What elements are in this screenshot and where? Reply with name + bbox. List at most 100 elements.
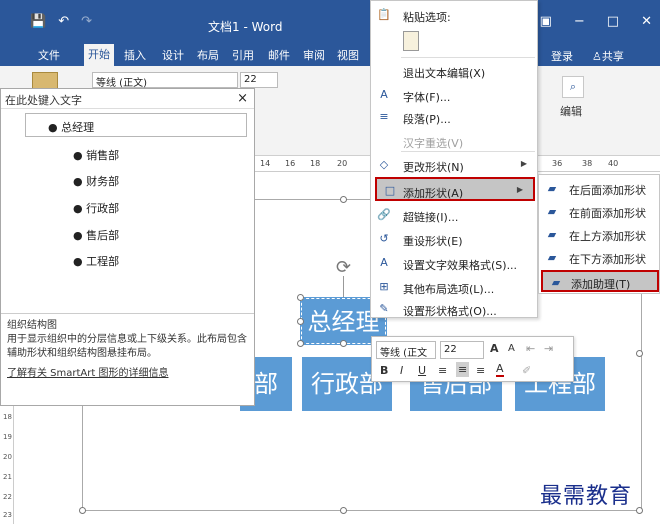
submenu-arrow-icon: ▶ (516, 185, 523, 194)
redo-icon[interactable]: ↷ (81, 14, 92, 29)
menu-label: 重设形状(E) (403, 235, 463, 248)
mini-font-size-box[interactable]: 22 (440, 341, 484, 359)
resize-handle[interactable] (636, 507, 643, 514)
menu-item-hanzi-reselect: 汉字重选(V) (371, 129, 537, 153)
resize-handle[interactable] (340, 507, 347, 514)
list-item[interactable]: ● 销售部 (73, 147, 119, 163)
minimize-button[interactable]: − (574, 14, 585, 29)
grow-font-button[interactable]: A (490, 342, 499, 355)
shape-handle[interactable] (297, 318, 304, 325)
menu-item-layout-options[interactable]: ⊞ 其他布局选项(L)... (371, 275, 537, 299)
hyperlink-icon: 🔗 (377, 208, 391, 221)
mini-font-name-box[interactable]: 等线 (正文 (376, 341, 436, 359)
list-item[interactable]: ● 总经理 (25, 113, 247, 137)
menu-item-exit-edit[interactable]: 退出文本编辑(X) (371, 59, 537, 83)
list-item-text: 工程部 (86, 255, 120, 268)
tab-view[interactable]: 视图 (337, 47, 359, 63)
shrink-font-button[interactable]: A (508, 343, 515, 354)
submenu-item-add-assistant[interactable]: ▰ 添加助理(T) (541, 270, 659, 292)
indent-decrease-icon[interactable]: ⇤ (526, 342, 535, 355)
tab-home[interactable]: 开始 (84, 44, 114, 66)
tab-references[interactable]: 引用 (232, 47, 254, 63)
tab-layout[interactable]: 布局 (197, 47, 219, 63)
submenu-item-add-after[interactable]: ▰ 在后面添加形状 (539, 178, 659, 200)
submenu-item-add-below[interactable]: ▰ 在下方添加形状 (539, 247, 659, 269)
info-title: 组织结构图 (7, 320, 57, 331)
menu-label: 在上方添加形状 (569, 230, 646, 243)
menu-item-paragraph[interactable]: ≡ 段落(P)... (371, 105, 537, 129)
tab-design[interactable]: 设计 (162, 47, 184, 63)
tab-review[interactable]: 审阅 (303, 47, 325, 63)
font-name-box[interactable]: 等线 (正文) (92, 72, 238, 89)
list-item[interactable]: ● 财务部 (73, 173, 119, 189)
align-left-icon[interactable]: ≡ (438, 364, 447, 377)
smartart-help-link[interactable]: 了解有关 SmartArt 图形的详细信息 (7, 367, 248, 381)
undo-icon[interactable]: ↶ (58, 14, 69, 29)
login-link[interactable]: 登录 (551, 48, 573, 64)
close-icon[interactable]: × (237, 91, 248, 106)
tab-mailings[interactable]: 邮件 (268, 47, 290, 63)
rotate-handle-icon[interactable]: ⟳ (336, 257, 351, 278)
save-icon[interactable]: 💾 (30, 14, 46, 29)
title-bar: 💾 ↶ ↷ 文档1 - Word ▣ − □ ✕ (0, 0, 660, 44)
shape-handle[interactable] (297, 294, 304, 301)
ruler-tick: 23 (3, 511, 12, 519)
ruler-tick: 20 (337, 159, 348, 168)
share-button[interactable]: ♙共享 (592, 48, 624, 64)
tab-insert[interactable]: 插入 (124, 47, 146, 63)
ruler-tick: 20 (3, 453, 12, 461)
add-after-icon: ▰ (547, 182, 557, 195)
menu-item-shape-format[interactable]: ✎ 设置形状格式(O)... (371, 297, 537, 321)
resize-handle[interactable] (636, 350, 643, 357)
list-item-text: 销售部 (86, 149, 120, 162)
info-body: 用于显示组织中的分层信息或上下级关系。此布局包含辅助形状和组织结构图悬挂布局。 (7, 334, 247, 359)
shape-handle[interactable] (297, 340, 304, 347)
submenu-item-add-before[interactable]: ▰ 在前面添加形状 (539, 201, 659, 223)
menu-item-reset-shape[interactable]: ↺ 重设形状(E) (371, 227, 537, 251)
maximize-button[interactable]: □ (607, 14, 619, 29)
ruler-tick: 18 (310, 159, 321, 168)
ruler-tick: 22 (3, 493, 12, 501)
menu-item-add-shape[interactable]: □ 添加形状(A) ▶ (375, 177, 535, 201)
resize-handle[interactable] (79, 507, 86, 514)
menu-label: 超链接(I)... (403, 211, 459, 224)
font-color-icon[interactable]: A (496, 363, 504, 377)
menu-label: 在后面添加形状 (569, 184, 646, 197)
align-center-icon[interactable]: ≡ (456, 362, 470, 377)
format-painter-icon[interactable]: ✐ (522, 364, 531, 377)
menu-item-font[interactable]: A 字体(F)... (371, 83, 537, 107)
list-item[interactable]: ● 行政部 (73, 200, 119, 216)
underline-button[interactable]: U (418, 364, 426, 377)
menu-item-hyperlink[interactable]: 🔗 超链接(I)... (371, 203, 537, 227)
indent-increase-icon[interactable]: ⇥ (544, 342, 553, 355)
menu-item-change-shape[interactable]: ◇ 更改形状(N) ▶ (371, 153, 537, 177)
shape-handle[interactable] (340, 340, 347, 347)
add-below-icon: ▰ (547, 251, 557, 264)
smartart-text-pane: 在此处键入文字 × ● 总经理 ● 销售部 ● 财务部 ● 行政部 ● 售后部 … (0, 88, 255, 406)
list-item[interactable]: ● 售后部 (73, 227, 119, 243)
ruler-tick: 40 (608, 159, 619, 168)
resize-handle[interactable] (340, 196, 347, 203)
ribbon-options-icon[interactable]: ▣ (540, 14, 552, 29)
watermark-text: 最需教育 (540, 484, 633, 509)
submenu-item-add-above[interactable]: ▰ 在上方添加形状 (539, 224, 659, 246)
paste-keep-text-icon[interactable] (403, 31, 419, 51)
align-right-icon[interactable]: ≡ (476, 364, 485, 377)
find-icon[interactable]: ⌕ (562, 76, 584, 98)
italic-button[interactable]: I (400, 364, 403, 377)
change-shape-icon: ◇ (379, 158, 389, 171)
tab-file[interactable]: 文件 (38, 47, 60, 63)
add-above-icon: ▰ (547, 228, 557, 241)
menu-separator (401, 151, 535, 152)
connector-line (343, 276, 344, 298)
add-before-icon: ▰ (547, 205, 557, 218)
close-button[interactable]: ✕ (641, 14, 652, 29)
font-size-box[interactable]: 22 (240, 72, 278, 88)
reset-shape-icon: ↺ (379, 232, 389, 245)
menu-item-text-effects[interactable]: A 设置文字效果格式(S)... (371, 251, 537, 275)
bold-button[interactable]: B (380, 364, 388, 377)
ruler-tick: 16 (285, 159, 296, 168)
menu-label: 字体(F)... (403, 91, 451, 104)
ruler-tick: 36 (552, 159, 563, 168)
list-item[interactable]: ● 工程部 (73, 253, 119, 269)
